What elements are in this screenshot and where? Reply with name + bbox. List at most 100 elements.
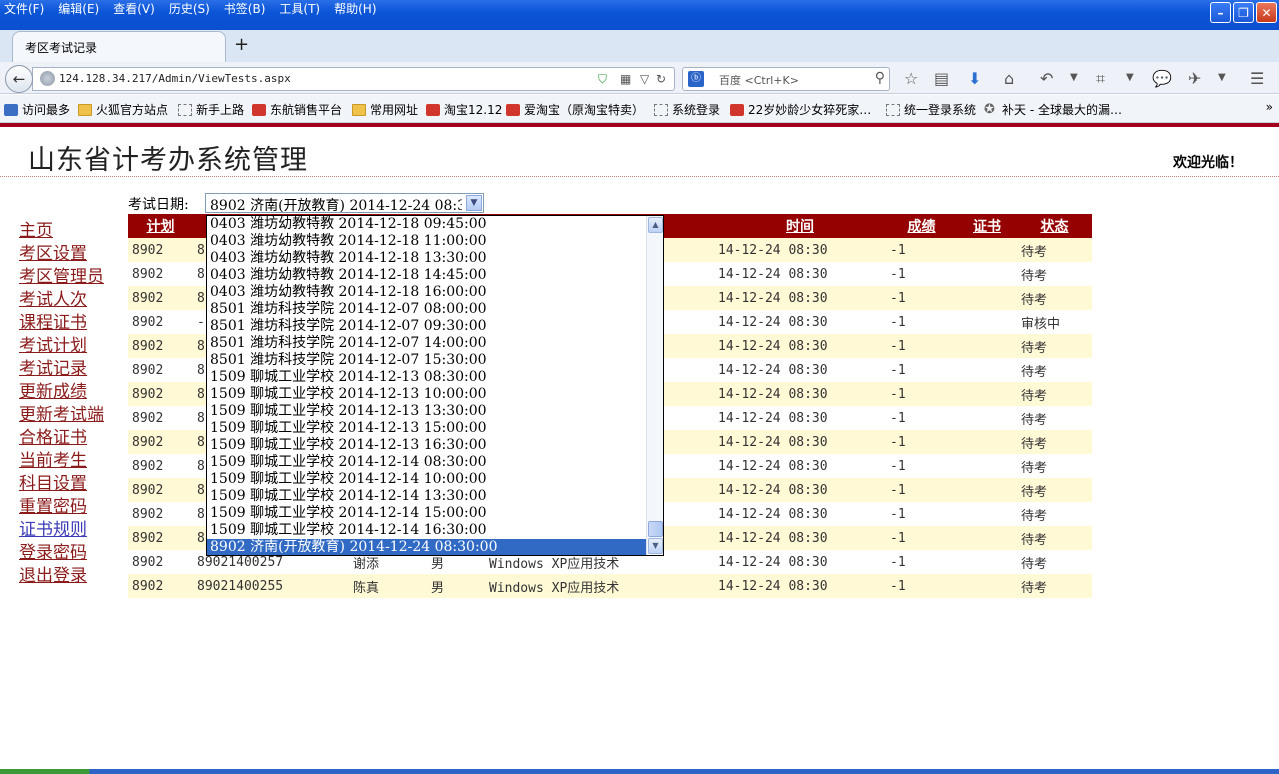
sidebar-item-cert-rules[interactable]: 证书规则 <box>19 519 104 542</box>
bookmark-ceair[interactable]: 东航销售平台 <box>252 101 342 118</box>
sidebar-item-update-client[interactable]: 更新考试端 <box>19 404 104 427</box>
dropdown-option[interactable]: 0403 潍坊幼教特教 2014-12-18 14:45:00 <box>207 267 647 284</box>
cell-time: 14-12-24 08:30 <box>714 310 886 334</box>
dropdown-arrow-icon[interactable]: ▽ <box>640 72 649 86</box>
sidebar-item-login-password[interactable]: 登录密码 <box>19 542 104 565</box>
sidebar-item-exam-area-settings[interactable]: 考区设置 <box>19 243 104 266</box>
sidebar-item-area-admins[interactable]: 考区管理员 <box>19 266 104 289</box>
bookmark-ai-taobao[interactable]: 爱淘宝（原淘宝特卖） <box>506 101 644 118</box>
scrollbar-thumb[interactable] <box>648 521 663 537</box>
chevron-down-icon[interactable]: ▼ <box>466 195 482 211</box>
sidebar-item-course-certs[interactable]: 课程证书 <box>19 312 104 335</box>
baidu-icon[interactable]: ⓑ <box>688 71 704 87</box>
dropdown-option[interactable]: 1509 聊城工业学校 2014-12-14 15:00:00 <box>207 505 647 522</box>
menu-edit[interactable]: 编辑(E) <box>58 0 99 20</box>
dropdown-option[interactable]: 0403 潍坊幼教特教 2014-12-18 13:30:00 <box>207 250 647 267</box>
reload-icon[interactable]: ↻ <box>656 72 666 86</box>
url-bar[interactable]: 124.128.34.217/Admin/ViewTests.aspx ⛉ ▦ … <box>32 67 675 91</box>
star-icon[interactable]: ☆ <box>904 69 918 88</box>
dropdown-option[interactable]: 1509 聊城工业学校 2014-12-14 16:30:00 <box>207 522 647 539</box>
column-header-score[interactable]: 成绩 <box>886 214 957 238</box>
page-icon <box>178 103 192 116</box>
bookmark-getting-started[interactable]: 新手上路 <box>178 101 244 118</box>
bookmark-news[interactable]: 22岁妙龄少女猝死家… <box>730 101 871 118</box>
dropdown-option[interactable]: 8501 潍坊科技学院 2014-12-07 09:30:00 <box>207 318 647 335</box>
dropdown-option[interactable]: 0403 潍坊幼教特教 2014-12-18 11:00:00 <box>207 233 647 250</box>
cell-plan: 8902 <box>128 430 193 454</box>
dropdown-option[interactable]: 1509 聊城工业学校 2014-12-13 16:30:00 <box>207 437 647 454</box>
cell-score: -1 <box>886 502 957 526</box>
download-icon[interactable]: ⬇ <box>968 69 981 88</box>
dropdown-option[interactable]: 8501 潍坊科技学院 2014-12-07 08:00:00 <box>207 301 647 318</box>
hamburger-menu-icon[interactable]: ☰ <box>1250 69 1264 88</box>
extension-icon[interactable]: ✈ <box>1188 69 1201 88</box>
dropdown-option[interactable]: 1509 聊城工业学校 2014-12-13 13:30:00 <box>207 403 647 420</box>
dropdown-scrollbar[interactable]: ▲ ▼ <box>646 216 663 555</box>
new-tab-button[interactable]: + <box>234 34 249 55</box>
column-header-status[interactable]: 状态 <box>1017 214 1092 238</box>
dropdown-option[interactable]: 1509 聊城工业学校 2014-12-14 13:30:00 <box>207 488 647 505</box>
menu-help[interactable]: 帮助(H) <box>334 0 376 20</box>
scroll-down-icon[interactable]: ▼ <box>648 538 663 554</box>
bookmark-taobao[interactable]: 淘宝12.12 <box>426 101 502 118</box>
column-header-plan[interactable]: 计划 <box>128 214 193 238</box>
sidebar-item-reset-password[interactable]: 重置密码 <box>19 496 104 519</box>
menu-file[interactable]: 文件(F) <box>4 0 44 20</box>
sidebar-item-certificates[interactable]: 合格证书 <box>19 427 104 450</box>
back-button[interactable]: ← <box>5 65 33 93</box>
menu-tools[interactable]: 工具(T) <box>279 0 320 20</box>
chat-icon[interactable]: 💬 <box>1152 69 1172 88</box>
chevron-down-icon[interactable]: ▼ <box>1218 72 1226 83</box>
restore-button[interactable]: ❐ <box>1233 2 1254 23</box>
sidebar-item-current-examinees[interactable]: 当前考生 <box>19 450 104 473</box>
dropdown-option[interactable]: 0403 潍坊幼教特教 2014-12-18 16:00:00 <box>207 284 647 301</box>
minimize-button[interactable]: – <box>1210 2 1231 23</box>
cell-plan: 8902 <box>128 262 193 286</box>
sidebar-item-exam-plan[interactable]: 考试计划 <box>19 335 104 358</box>
menu-view[interactable]: 查看(V) <box>113 0 155 20</box>
search-icon[interactable]: ⚲ <box>875 70 885 86</box>
bookmark-firefox-site[interactable]: 火狐官方站点 <box>78 101 168 118</box>
bookmarks-overflow-button[interactable]: » <box>1266 100 1273 114</box>
menu-history[interactable]: 历史(S) <box>169 0 210 20</box>
sidebar-item-exam-records[interactable]: 考试记录 <box>19 358 104 381</box>
sidebar-item-subject-settings[interactable]: 科目设置 <box>19 473 104 496</box>
dropdown-option[interactable]: 8501 潍坊科技学院 2014-12-07 15:30:00 <box>207 352 647 369</box>
bookmark-most-visited[interactable]: 访问最多 <box>4 101 70 118</box>
dropdown-option[interactable]: 1509 聊城工业学校 2014-12-13 10:00:00 <box>207 386 647 403</box>
dropdown-option[interactable]: 8902 济南(开放教育) 2014-12-24 08:30:00 <box>207 539 647 555</box>
search-box[interactable]: ⓑ 百度 <Ctrl+K> ⚲ <box>682 67 890 91</box>
sidebar-item-update-scores[interactable]: 更新成绩 <box>19 381 104 404</box>
dropdown-option[interactable]: 1509 聊城工业学校 2014-12-14 08:30:00 <box>207 454 647 471</box>
home-icon[interactable]: ⌂ <box>1004 69 1014 88</box>
bookmark-system-login[interactable]: 系统登录 <box>654 101 720 118</box>
bookmark-butian[interactable]: ✪ 补天 - 全球最大的漏… <box>984 101 1122 118</box>
exam-date-dropdown-list[interactable]: 0403 潍坊幼教特教 2014-12-18 09:45:00 0403 潍坊幼教… <box>206 215 664 556</box>
undo-icon[interactable]: ↶ <box>1040 69 1053 88</box>
dropdown-option[interactable]: 0403 潍坊幼教特教 2014-12-18 09:45:00 <box>207 216 647 233</box>
reading-list-icon[interactable]: ▤ <box>934 69 949 88</box>
qr-code-icon[interactable]: ▦ <box>620 72 631 86</box>
bookmark-unified-login[interactable]: 统一登录系统 <box>886 101 976 118</box>
column-header-time[interactable]: 时间 <box>714 214 886 238</box>
chevron-down-icon[interactable]: ▼ <box>1070 72 1078 83</box>
sidebar-item-home[interactable]: 主页 <box>19 220 104 243</box>
dropdown-option[interactable]: 1509 聊城工业学校 2014-12-14 10:00:00 <box>207 471 647 488</box>
sidebar-item-exam-count[interactable]: 考试人次 <box>19 289 104 312</box>
close-window-button[interactable]: ✕ <box>1256 2 1277 23</box>
dropdown-option[interactable]: 8501 潍坊科技学院 2014-12-07 14:00:00 <box>207 335 647 352</box>
shield-icon[interactable]: ⛉ <box>598 72 607 87</box>
dropdown-option[interactable]: 1509 聊城工业学校 2014-12-13 08:30:00 <box>207 369 647 386</box>
chevron-down-icon[interactable]: ▼ <box>1126 72 1134 83</box>
crop-icon[interactable]: ⌗ <box>1096 69 1105 89</box>
news-icon <box>730 103 744 116</box>
bookmark-common-sites[interactable]: 常用网址 <box>352 101 418 118</box>
scroll-up-icon[interactable]: ▲ <box>648 217 663 233</box>
sidebar-item-logout[interactable]: 退出登录 <box>19 565 104 588</box>
menu-bookmarks[interactable]: 书签(B) <box>224 0 266 20</box>
column-header-cert[interactable]: 证书 <box>957 214 1017 238</box>
dropdown-option[interactable]: 1509 聊城工业学校 2014-12-13 15:00:00 <box>207 420 647 437</box>
cell-plan: 8902 <box>128 310 193 334</box>
exam-date-select[interactable]: 8902 济南(开放教育) 2014-12-24 08:30:00 ▼ <box>205 193 484 214</box>
tab-active[interactable]: 考区考试记录 <box>12 31 226 62</box>
